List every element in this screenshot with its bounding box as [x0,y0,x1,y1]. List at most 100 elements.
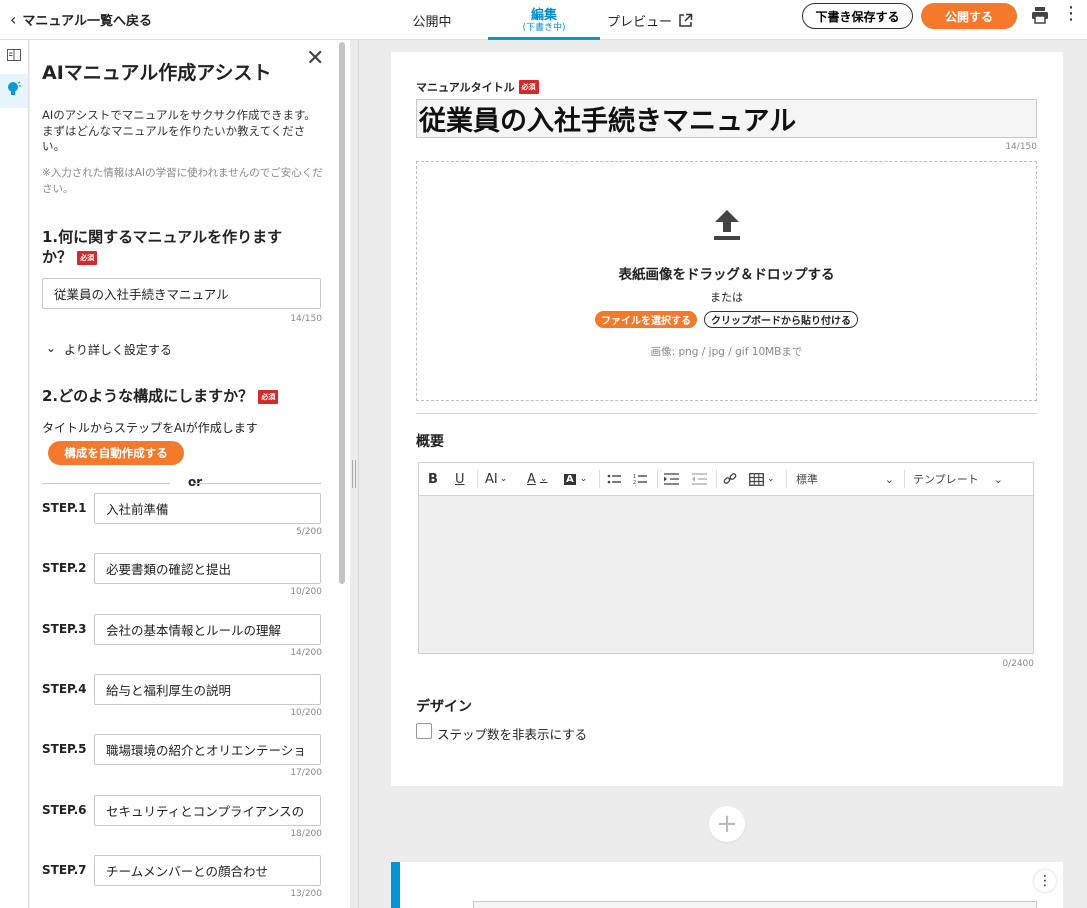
upload-icon [712,208,742,246]
step-label: STEP.7 [42,863,87,877]
question-2-description: タイトルからステップをAIが作成します [42,421,258,435]
step-input[interactable] [94,795,321,826]
svg-text:2: 2 [633,480,636,485]
tab-public-label: 公開中 [412,14,452,30]
step-char-count: 13/200 [290,889,322,899]
panel-resize-handle[interactable] [352,460,356,488]
external-link-icon [678,13,693,28]
plus-icon: + [716,809,738,839]
bold-icon[interactable]: B [428,470,438,488]
dropzone-title: 表紙画像をドラッグ＆ドロップする [618,267,835,283]
step-row: STEP.3 14/200 [42,614,322,670]
back-label: マニュアル一覧へ戻る [22,14,153,29]
step-card: ⋮ [391,862,1063,908]
table-icon[interactable]: ⌄ [749,470,775,488]
step-char-count: 5/200 [296,527,322,537]
numbered-list-icon[interactable]: 12 [633,470,648,488]
title-label-text: マニュアルタイトル [416,81,515,94]
chevron-down-icon: ⌄ [993,472,1003,486]
step-row: STEP.5 17/200 [42,734,322,790]
manual-editor-card: マニュアルタイトル 必須 14/150 表紙画像をドラッグ＆ドロップする または… [391,52,1063,786]
step-char-count: 10/200 [290,587,322,597]
highlight-color-icon[interactable]: A ⌄ [564,470,587,488]
back-to-list-link[interactable]: ‹ マニュアル一覧へ戻る [0,10,152,29]
tab-edit[interactable]: 編集 (下書き中) [488,0,600,40]
or-text: or [188,475,203,489]
step-input[interactable] [94,614,321,645]
step-row: STEP.6 18/200 [42,795,322,851]
required-badge: 必須 [518,80,539,94]
step-input[interactable] [94,734,321,765]
indent-icon[interactable] [664,470,679,488]
topic-char-count: 14/150 [290,314,322,324]
section-divider [416,413,1037,414]
hide-step-count-checkbox[interactable] [416,723,432,739]
detail-settings-label: より詳しく設定する [64,343,172,357]
step-char-count: 18/200 [290,829,322,839]
print-icon[interactable] [1031,6,1049,28]
step-row: STEP.1 5/200 [42,493,322,549]
template-value: テンプレート [913,473,979,486]
more-vertical-icon[interactable]: ⋮ [1034,870,1056,892]
left-rail [0,40,29,908]
tab-public[interactable]: 公開中 [400,0,464,40]
title-label: マニュアルタイトル 必須 [416,79,539,95]
font-size-icon[interactable]: AI ⌄ [485,470,507,488]
summary-label: 概要 [416,434,444,450]
underline-icon[interactable]: U [455,470,465,488]
publish-button[interactable]: 公開する [921,3,1017,29]
step-input[interactable] [94,674,321,705]
step-label: STEP.5 [42,742,87,756]
step-input[interactable] [94,553,321,584]
tab-edit-label: 編集 [530,8,557,23]
lightbulb-icon [6,81,22,101]
chevron-down-icon: ⌄ [46,341,57,355]
step-label: STEP.2 [42,561,87,575]
ai-assist-panel: AIマニュアル作成アシスト ✕ AIのアシストでマニュアルをサクサク作成できます… [30,40,350,908]
step-row: STEP.7 13/200 [42,855,322,908]
step-char-count: 17/200 [290,768,322,778]
step-input[interactable] [94,493,321,524]
outdent-icon[interactable] [692,470,707,488]
editor-toolbar: B U AI ⌄ A ⌄ A ⌄ 12 ⌄ 標準 ⌄ テンプレート ⌄ [419,463,1033,496]
close-icon[interactable]: ✕ [306,46,324,71]
question-2: 2.どのような構成にしますか？ 必須 [42,385,279,406]
topic-input[interactable] [42,278,321,309]
rail-ai-assist[interactable] [0,74,28,108]
book-icon [7,49,21,65]
more-vertical-icon[interactable]: ⋮ [1062,5,1080,23]
rail-manual-toc[interactable] [0,40,28,74]
mode-tabs: 公開中 編集 (下書き中) プレビュー [400,0,700,40]
save-draft-button[interactable]: 下書き保存する [802,3,913,29]
paste-clipboard-button[interactable]: クリップボードから貼り付ける [704,311,858,328]
tab-preview[interactable]: プレビュー [600,0,700,40]
required-badge: 必須 [258,390,279,404]
step-label: STEP.4 [42,682,87,696]
question-2-text: 2.どのような構成にしますか？ [42,387,254,405]
panel-scrollbar[interactable] [339,42,345,584]
link-icon[interactable] [723,470,737,488]
panel-title: AIマニュアル作成アシスト [42,62,272,84]
step-card-accent [391,862,400,908]
step-input[interactable] [94,855,321,886]
paragraph-style-select[interactable]: 標準 ⌄ [796,470,894,488]
auto-generate-button[interactable]: 構成を自動作成する [48,441,184,465]
question-1: 1.何に関するマニュアルを作りますか？ 必須 [42,227,312,267]
step-label: STEP.6 [42,803,87,817]
detail-settings-toggle[interactable]: ⌄ より詳しく設定する [46,341,172,358]
title-char-count: 14/150 [1005,142,1037,152]
text-color-icon[interactable]: A ⌄ [527,470,547,488]
cover-image-dropzone[interactable]: 表紙画像をドラッグ＆ドロップする または ファイルを選択する クリップボードから… [416,161,1037,401]
tab-edit-sublabel: (下書き中) [522,23,566,33]
top-bar: ‹ マニュアル一覧へ戻る 公開中 編集 (下書き中) プレビュー 下書き保存する… [0,0,1087,40]
dropzone-hint: 画像: png / jpg / gif 10MBまで [650,346,803,358]
step-title-input[interactable] [473,901,1037,908]
add-step-button[interactable]: + [709,806,745,842]
template-select[interactable]: テンプレート ⌄ [913,470,1003,488]
step-char-count: 14/200 [290,648,322,658]
bullet-list-icon[interactable] [607,470,622,488]
select-file-button[interactable]: ファイルを選択する [595,311,697,328]
manual-title-input[interactable] [416,99,1037,138]
chevron-left-icon: ‹ [10,10,17,29]
hide-step-count-label[interactable]: ステップ数を非表示にする [437,724,587,743]
